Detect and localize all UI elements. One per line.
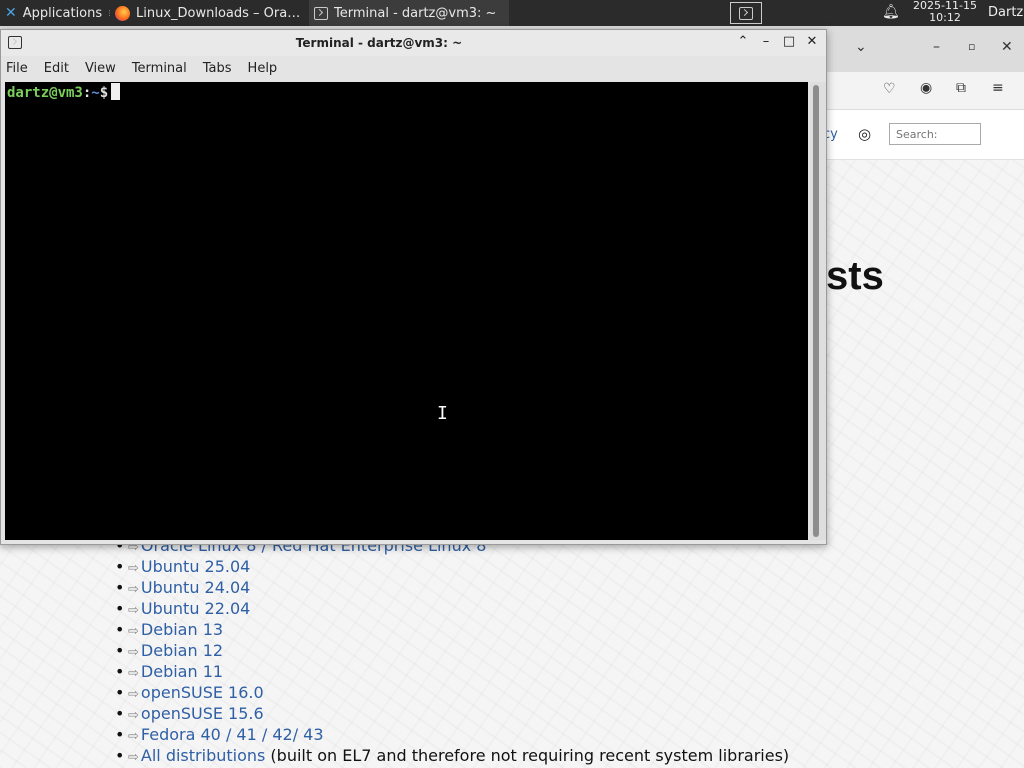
applications-label: Applications xyxy=(22,5,103,21)
download-note: (built on EL7 and therefore not requirin… xyxy=(265,746,790,765)
account-icon[interactable]: ◉ xyxy=(920,80,932,96)
clock-time: 10:12 xyxy=(929,11,961,24)
download-link[interactable]: Fedora 40 / 41 / 42/ 43 xyxy=(141,725,324,744)
menu-view[interactable]: View xyxy=(85,61,116,76)
notification-bell-icon[interactable]: 🔔︎ xyxy=(882,4,900,20)
text-cursor xyxy=(111,83,121,100)
external-link-icon: ⇨ xyxy=(128,750,139,765)
download-item: ⇨openSUSE 16.0 xyxy=(115,683,789,704)
download-link[interactable]: openSUSE 15.6 xyxy=(141,704,264,723)
download-link[interactable]: Debian 12 xyxy=(141,641,223,660)
terminal-titlebar[interactable]: Terminal - dartz@vm3: ~ ⌃ – □ ✕ xyxy=(1,30,826,56)
clock[interactable]: 2025-11-15 10:12 xyxy=(906,0,984,24)
taskbar-terminal-label: Terminal - dartz@vm3: ~ xyxy=(334,5,497,21)
terminal-scrollbar[interactable] xyxy=(810,82,826,540)
user-icon[interactable]: ◎ xyxy=(858,125,871,143)
minimize-icon[interactable]: – xyxy=(933,39,940,55)
terminal-menubar: File Edit View Terminal Tabs Help xyxy=(1,56,826,80)
applications-logo-icon: ✕ xyxy=(5,5,17,21)
external-link-icon: ⇨ xyxy=(128,582,139,597)
terminal-window: Terminal - dartz@vm3: ~ ⌃ – □ ✕ File Edi… xyxy=(0,29,827,545)
close-icon[interactable]: ✕ xyxy=(1001,39,1013,55)
external-link-icon: ⇨ xyxy=(128,624,139,639)
menu-help[interactable]: Help xyxy=(248,61,278,76)
download-item: ⇨Debian 11 xyxy=(115,662,789,683)
menu-file[interactable]: File xyxy=(6,61,28,76)
applications-menu[interactable]: ✕ Applications ≡ xyxy=(0,0,110,26)
download-link[interactable]: Ubuntu 25.04 xyxy=(141,557,250,576)
maximize-icon[interactable]: □ xyxy=(781,34,797,49)
terminal-icon xyxy=(739,6,753,20)
download-link[interactable]: Debian 13 xyxy=(141,620,223,639)
menu-icon[interactable]: ≡ xyxy=(992,80,1004,96)
maximize-icon[interactable]: ▫ xyxy=(968,40,975,53)
taskbar-terminal[interactable]: Terminal - dartz@vm3: ~ xyxy=(309,0,509,26)
pocket-icon[interactable]: ♡ xyxy=(883,81,896,97)
top-panel: ✕ Applications ≡ Linux_Downloads – Ora… … xyxy=(0,0,1024,26)
external-link-icon: ⇨ xyxy=(128,666,139,681)
minimize-icon[interactable]: – xyxy=(758,34,774,49)
external-link-icon: ⇨ xyxy=(128,603,139,618)
download-item: ⇨Ubuntu 22.04 xyxy=(115,599,789,620)
download-link[interactable]: Debian 11 xyxy=(141,662,223,681)
shade-icon[interactable]: ⌃ xyxy=(735,34,751,49)
prompt-user: dartz@vm3 xyxy=(7,85,83,101)
download-item: ⇨Fedora 40 / 41 / 42/ 43 xyxy=(115,725,789,746)
site-search-input[interactable] xyxy=(889,123,981,145)
download-list: ⇨Oracle Linux 8 / Red Hat Enterprise Lin… xyxy=(115,536,789,767)
prompt-path: ~ xyxy=(91,85,100,101)
firefox-icon xyxy=(115,5,130,21)
download-item: ⇨Debian 13 xyxy=(115,620,789,641)
prompt-symbol: $ xyxy=(99,85,109,101)
menu-terminal[interactable]: Terminal xyxy=(132,61,187,76)
terminal-icon xyxy=(314,6,328,20)
external-link-icon: ⇨ xyxy=(128,645,139,660)
download-item: ⇨Ubuntu 24.04 xyxy=(115,578,789,599)
download-item: ⇨Ubuntu 25.04 xyxy=(115,557,789,578)
external-link-icon: ⇨ xyxy=(128,729,139,744)
ibeam-cursor-icon: I xyxy=(437,403,448,424)
download-item: ⇨All distributions (built on EL7 and the… xyxy=(115,746,789,767)
download-item: ⇨Debian 12 xyxy=(115,641,789,662)
download-link[interactable]: All distributions xyxy=(141,746,265,765)
download-link[interactable]: Ubuntu 22.04 xyxy=(141,599,250,618)
terminal-title: Terminal - dartz@vm3: ~ xyxy=(295,36,463,50)
download-link[interactable]: Ubuntu 24.04 xyxy=(141,578,250,597)
workspace-switcher[interactable] xyxy=(730,2,762,24)
close-icon[interactable]: ✕ xyxy=(804,34,820,49)
external-link-icon: ⇨ xyxy=(128,708,139,723)
download-link[interactable]: openSUSE 16.0 xyxy=(141,683,264,702)
taskbar-browser[interactable]: Linux_Downloads – Ora… xyxy=(110,0,308,26)
scrollbar-thumb[interactable] xyxy=(813,85,819,537)
download-item: ⇨openSUSE 15.6 xyxy=(115,704,789,725)
menu-edit[interactable]: Edit xyxy=(44,61,69,76)
tab-list-chevron-icon[interactable]: ⌄ xyxy=(855,39,867,55)
page-heading: sts xyxy=(826,254,884,298)
taskbar-browser-label: Linux_Downloads – Ora… xyxy=(136,5,301,21)
user-menu[interactable]: Dartz xyxy=(988,5,1023,20)
external-link-icon: ⇨ xyxy=(128,561,139,576)
external-link-icon: ⇨ xyxy=(128,687,139,702)
menu-tabs[interactable]: Tabs xyxy=(203,61,232,76)
extensions-icon[interactable]: ⧉ xyxy=(956,80,966,96)
terminal-output[interactable]: dartz@vm3:~$ xyxy=(5,82,808,540)
